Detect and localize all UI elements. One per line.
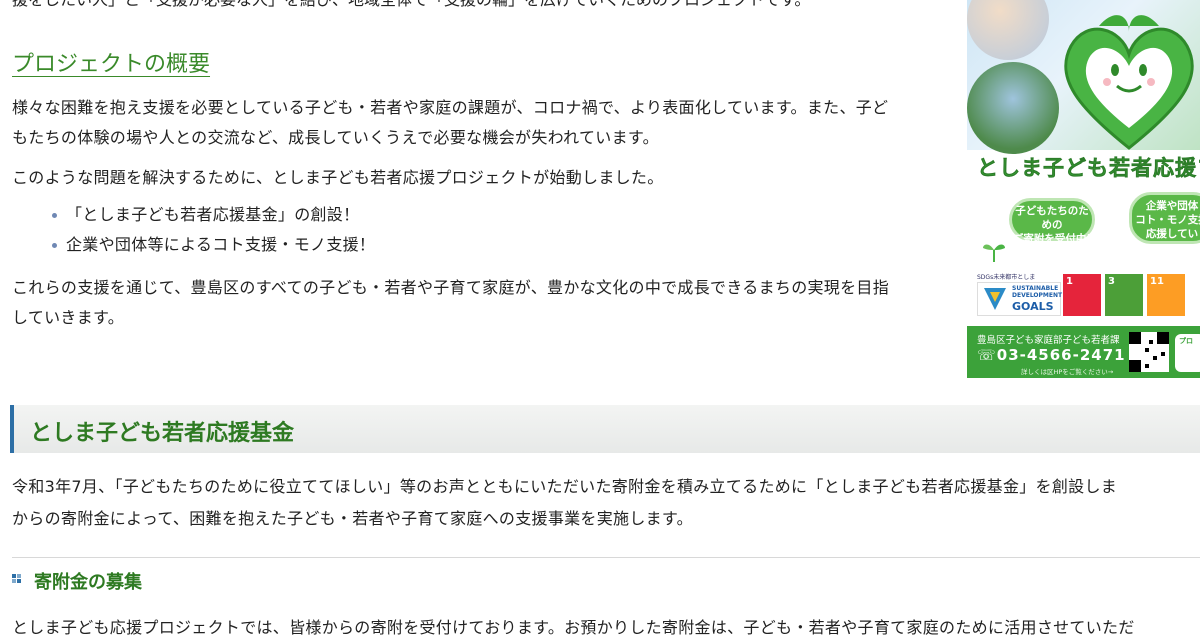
- goals-small-text: SUSTAINABLE DEVELOPMENT: [1012, 285, 1063, 299]
- square-bullet-icon: [12, 574, 22, 584]
- project-overview-link[interactable]: プロジェクトの概要: [12, 46, 210, 78]
- fund-paragraph: 令和3年7月、「子どもたちのために役立ててほしい」等のお声とともにいただいた寄附…: [12, 477, 1118, 528]
- toshima-logo-icon: [984, 288, 1006, 310]
- sdg-goal-number: 11: [1150, 276, 1164, 287]
- phone-number: ☏03-4566-2471: [977, 346, 1126, 364]
- donation-paragraph: としま子ども応援プロジェクトでは、皆様からの寄附を受付けております。お預かりした…: [12, 618, 1135, 637]
- poster-contact-footer: 豊島区子ども家庭部子ども若者課 ☏03-4566-2471 詳しくは区HPをご覧…: [967, 326, 1200, 378]
- website-note: 詳しくは区HPをご覧ください→: [1021, 368, 1114, 376]
- support-bubble: 企業や団体 コト・モノ支援 応援してい: [1129, 192, 1200, 244]
- list-item: 「としま子ども若者応援基金」の創設！: [52, 200, 375, 230]
- donation-bubble-text: 子どもたちのための ご寄附を受付中!: [1012, 205, 1092, 245]
- sdg-goal-11-tile: 11: [1147, 274, 1185, 316]
- heart-mascot-icon: [1064, 15, 1194, 150]
- sdg-goal-number: 1: [1066, 276, 1073, 287]
- sdgs-banner: SDGs未来都市としま SUSTAINABLE DEVELOPMENT GOAL…: [977, 272, 1200, 318]
- overview-paragraph-3: これらの支援を通じて、豊島区のすべての子ども・若者や子育て家庭が、豊かな文化の中…: [12, 278, 890, 327]
- sprout-icon: [983, 244, 1005, 262]
- overview-paragraph-1: 様々な困難を抱え支援を必要としている子ども・若者や家庭の課題が、コロナ禍で、より…: [12, 98, 889, 147]
- project-poster-image[interactable]: としま子ども若者応援プロ 子どもたちのための ご寄附を受付中! 企業や団体 コト…: [967, 0, 1200, 378]
- donation-bubble: 子どもたちのための ご寄附を受付中!: [1009, 198, 1095, 245]
- goals-big-text: GOALS: [1012, 300, 1054, 313]
- sdg-goal-3-tile: 3: [1105, 274, 1143, 316]
- overview-paragraph-2: このような問題を解決するために、としま子ども若者応援プロジェクトが始動しました。: [12, 168, 664, 187]
- sdgs-logo: SUSTAINABLE DEVELOPMENT GOALS: [977, 282, 1063, 316]
- list-item: 企業や団体等によるコト支援・モノ支援！: [52, 230, 375, 260]
- donation-recruitment-heading: 寄附金の募集: [34, 572, 142, 593]
- sdg-goal-number: 3: [1108, 276, 1115, 287]
- fund-heading: としま子ども若者応援基金: [30, 421, 295, 446]
- support-list: 「としま子ども若者応援基金」の創設！ 企業や団体等によるコト支援・モノ支援！: [52, 200, 375, 260]
- sdg-goal-1-tile: 1: [1063, 274, 1101, 316]
- department-name: 豊島区子ども家庭部子ども若者課: [977, 335, 1120, 346]
- qr-code-icon: [1129, 332, 1169, 372]
- support-bubble-text: 企業や団体 コト・モノ支援 応援してい: [1135, 200, 1200, 240]
- project-badge-text: プロ: [1179, 337, 1193, 345]
- intro-text: 援をしたい人」と「支援が必要な人」を結び、地域全体で「支援の輪」を広げていくため…: [12, 0, 810, 14]
- playground-photo: [967, 62, 1059, 154]
- poster-title: としま子ども若者応援プロ: [977, 156, 1200, 181]
- fund-section-header: としま子ども若者応援基金: [10, 405, 1200, 453]
- sdg-city-label: SDGs未来都市としま: [977, 274, 1036, 281]
- section-divider: [12, 557, 1200, 558]
